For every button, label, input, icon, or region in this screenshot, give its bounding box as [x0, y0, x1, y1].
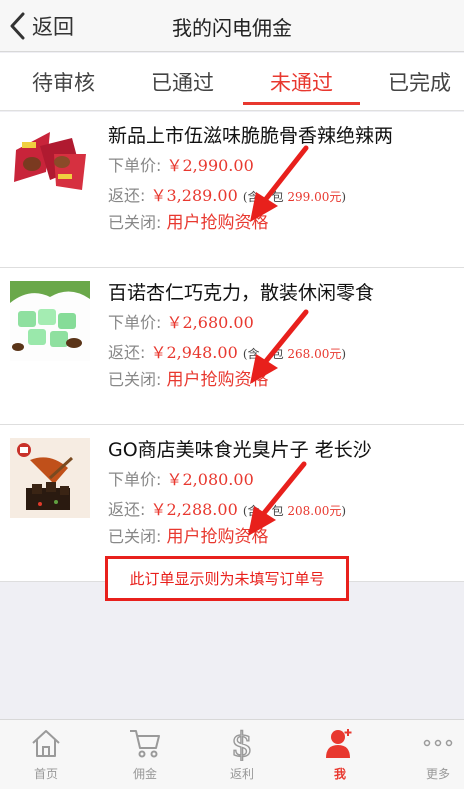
order-price: ￥2,990.00	[166, 156, 254, 175]
order-list: 新品上市伍滋味脆脆骨香辣绝辣两 下单价: ￥2,990.00 返还: ￥3,28…	[0, 112, 464, 582]
nav-rebate[interactable]: $ 返利	[196, 724, 288, 786]
order-price-row: 下单价: ￥2,990.00	[108, 152, 254, 176]
status-row: 已关闭: 用户抢购资格	[108, 365, 269, 390]
refund-note: (含 包 299.00元)	[242, 190, 347, 204]
cart-icon	[99, 724, 191, 762]
order-price-label: 下单价:	[108, 156, 162, 175]
product-name: GO商店美味食光臭片子 老长沙	[108, 439, 372, 461]
refund-amount: ￥2,288.00	[150, 500, 238, 519]
order-price-row: 下单价: ￥2,080.00	[108, 466, 254, 490]
more-icon	[392, 724, 464, 762]
status-row: 已关闭: 用户抢购资格	[108, 208, 269, 233]
refund-note: (含 包 268.00元)	[242, 347, 347, 361]
status-reason: 用户抢购资格	[166, 527, 269, 547]
status-label: 已关闭:	[108, 213, 162, 232]
tab-pending[interactable]: 待审核	[32, 67, 95, 97]
home-icon	[0, 724, 92, 762]
refund-row: 返还: ￥2,948.00 (含 包 268.00元)	[108, 339, 346, 363]
header-bar: 返回 我的闪电佣金	[0, 0, 464, 52]
order-price-label: 下单价:	[108, 313, 162, 332]
nav-label: 更多	[425, 767, 450, 781]
refund-label: 返还:	[108, 500, 146, 519]
nav-label: 佣金	[132, 767, 157, 781]
status-row: 已关闭: 用户抢购资格	[108, 522, 269, 547]
refund-amount: ￥2,948.00	[150, 343, 238, 362]
dollar-icon: $	[196, 724, 288, 762]
tab-approved[interactable]: 已通过	[151, 67, 214, 97]
page-title: 我的闪电佣金	[172, 16, 292, 40]
order-price: ￥2,680.00	[166, 313, 254, 332]
refund-note: (含 包 208.00元)	[242, 504, 347, 518]
refund-row: 返还: ￥3,289.00 (含 包 299.00元)	[108, 182, 346, 206]
tab-completed[interactable]: 已完成	[388, 67, 451, 97]
nav-label: 返利	[229, 767, 254, 781]
product-image	[10, 124, 90, 204]
status-reason: 用户抢购资格	[166, 213, 269, 233]
nav-label: 首页	[33, 767, 58, 781]
order-price-label: 下单价:	[108, 470, 162, 489]
user-icon	[294, 724, 386, 762]
nav-label: 我	[333, 767, 346, 781]
refund-amount: ￥3,289.00	[150, 186, 238, 205]
status-label: 已关闭:	[108, 527, 162, 546]
annotation-text: 此订单显示则为未填写订单号	[129, 570, 325, 588]
product-image	[10, 438, 90, 518]
svg-text:$: $	[231, 725, 253, 761]
active-tab-indicator	[243, 102, 360, 105]
product-name: 百诺杏仁巧克力，散装休闲零食	[108, 282, 375, 304]
nav-me[interactable]: 我	[294, 724, 386, 786]
refund-label: 返还:	[108, 186, 146, 205]
status-label: 已关闭:	[108, 370, 162, 389]
order-price-row: 下单价: ￥2,680.00	[108, 309, 254, 333]
product-name: 新品上市伍滋味脆脆骨香辣绝辣两	[108, 125, 394, 147]
order-item[interactable]: 百诺杏仁巧克力，散装休闲零食 下单价: ￥2,680.00 返还: ￥2,948…	[0, 269, 464, 425]
nav-more[interactable]: 更多	[392, 724, 464, 786]
bottom-nav: 首页 佣金 $ 返利 我 更多	[0, 719, 464, 789]
status-tabs: 待审核 已通过 未通过 已完成	[0, 53, 464, 111]
product-image	[10, 281, 90, 361]
nav-commission[interactable]: 佣金	[99, 724, 191, 786]
nav-home[interactable]: 首页	[0, 724, 92, 786]
order-item[interactable]: 新品上市伍滋味脆脆骨香辣绝辣两 下单价: ￥2,990.00 返还: ￥3,28…	[0, 112, 464, 268]
order-price: ￥2,080.00	[166, 470, 254, 489]
refund-row: 返还: ￥2,288.00 (含 包 208.00元)	[108, 496, 346, 520]
refund-label: 返还:	[108, 343, 146, 362]
tab-rejected[interactable]: 未通过	[270, 67, 333, 97]
annotation-box: 此订单显示则为未填写订单号	[105, 556, 349, 601]
status-reason: 用户抢购资格	[166, 370, 269, 390]
